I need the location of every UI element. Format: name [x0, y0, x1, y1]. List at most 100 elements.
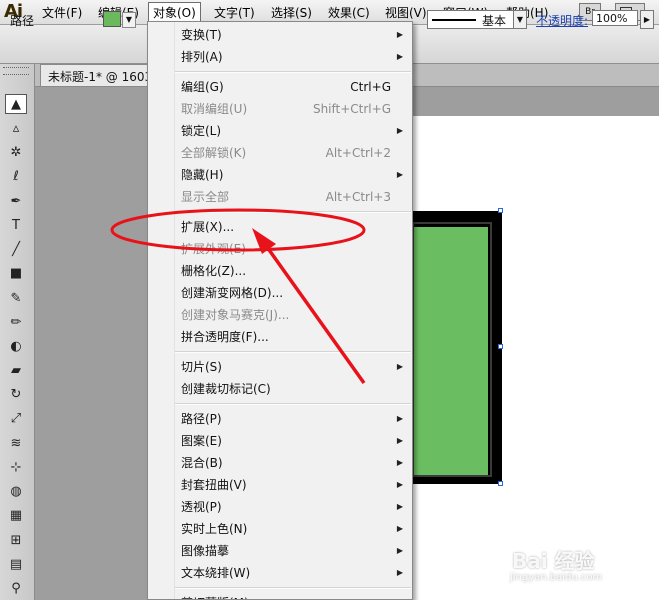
- object-menu-item[interactable]: 扩展(X)...: [175, 216, 411, 238]
- submenu-arrow-icon: ▶: [396, 170, 403, 179]
- selection-handle-right-middle[interactable]: [498, 344, 503, 349]
- menu-item-label: 扩展(X)...: [181, 220, 235, 234]
- object-menu-item[interactable]: 切片(S) ▶: [175, 356, 411, 378]
- eyedropper-tool-icon[interactable]: ⚲: [5, 578, 27, 598]
- object-menu-item[interactable]: 封套扭曲(V) ▶: [175, 474, 411, 496]
- menu-item-label: 图案(E): [181, 434, 222, 448]
- menu-separator: [175, 211, 411, 213]
- object-menu-item[interactable]: 变换(T) ▶: [175, 24, 411, 46]
- menu-item-shortcut: Alt+Ctrl+2: [325, 146, 391, 160]
- menu-item-shortcut: Ctrl+G: [350, 80, 391, 94]
- selection-type-label: 路径: [10, 14, 35, 28]
- object-menu-item[interactable]: 栅格化(Z)...: [175, 260, 411, 282]
- submenu-arrow-icon: ▶: [396, 546, 403, 555]
- stroke-profile-dropdown-arrow[interactable]: ▼: [513, 10, 527, 29]
- menu-item-label: 创建渐变网格(D)...: [181, 286, 284, 300]
- mesh-tool-icon[interactable]: ⊞: [5, 530, 27, 550]
- menu-item-label: 混合(B): [181, 456, 223, 470]
- object-menu-item: 显示全部 Alt+Ctrl+3: [175, 186, 411, 208]
- watermark-url: jingyan.baidu.com: [510, 572, 603, 583]
- eraser-tool-icon[interactable]: ▰: [5, 360, 27, 380]
- type-tool-icon[interactable]: T: [5, 215, 27, 235]
- menu-item-label: 排列(A): [181, 50, 223, 64]
- selection-tool-icon[interactable]: ▲: [5, 94, 27, 114]
- rotate-tool-icon[interactable]: ↻: [5, 384, 27, 404]
- object-menu-item[interactable]: 排列(A) ▶: [175, 46, 411, 68]
- menu-item-shortcut: Shift+Ctrl+G: [312, 102, 391, 116]
- object-menu-item[interactable]: 拼合透明度(F)...: [175, 326, 411, 348]
- submenu-arrow-icon: ▶: [396, 436, 403, 445]
- paintbrush-tool-icon[interactable]: ✎: [5, 288, 27, 308]
- menu-item-label: 创建对象马赛克(J)...: [181, 308, 290, 322]
- gradient-tool-icon[interactable]: ▤: [5, 554, 27, 574]
- fill-dropdown-arrow[interactable]: ▼: [122, 12, 136, 28]
- object-menu-item: 扩展外观(E): [175, 238, 411, 260]
- object-menu-item[interactable]: 实时上色(N) ▶: [175, 518, 411, 540]
- submenu-arrow-icon: ▶: [396, 480, 403, 489]
- menu-item-label: 显示全部: [181, 190, 230, 204]
- submenu-arrow-icon: ▶: [396, 568, 403, 577]
- menu-item-label: 变换(T): [181, 28, 222, 42]
- menu-item-label: 栅格化(Z)...: [181, 264, 247, 278]
- menu-view[interactable]: 视图(V): [385, 4, 427, 21]
- menu-file[interactable]: 文件(F): [42, 4, 82, 21]
- menu-select[interactable]: 选择(S): [271, 4, 312, 21]
- submenu-arrow-icon: ▶: [396, 362, 403, 371]
- fill-color-swatch[interactable]: [103, 11, 121, 27]
- line-tool-icon[interactable]: ╱: [5, 239, 27, 259]
- menu-effect[interactable]: 效果(C): [328, 4, 370, 21]
- watermark-logo: Bai 经验: [512, 549, 595, 573]
- object-menu-item[interactable]: 隐藏(H) ▶: [175, 164, 411, 186]
- selection-handle-bottom-right[interactable]: [498, 481, 503, 486]
- object-menu-item[interactable]: 创建裁切标记(C): [175, 378, 411, 400]
- menu-item-label: 拼合透明度(F)...: [181, 330, 269, 344]
- pencil-tool-icon[interactable]: ✏: [5, 312, 27, 332]
- opacity-dropdown-arrow[interactable]: ▶: [640, 10, 654, 29]
- blob-brush-tool-icon[interactable]: ◐: [5, 336, 27, 356]
- menu-item-label: 封套扭曲(V): [181, 478, 247, 492]
- menu-item-label: 编组(G): [181, 80, 224, 94]
- menu-item-label: 切片(S): [181, 360, 222, 374]
- menu-item-label: 路径(P): [181, 412, 222, 426]
- document-tab[interactable]: 未标题-1* @ 1603: [40, 64, 150, 86]
- submenu-arrow-icon: ▶: [396, 52, 403, 61]
- lasso-tool-icon[interactable]: ℓ: [5, 166, 27, 186]
- opacity-link[interactable]: 不透明度:: [536, 12, 588, 29]
- object-menu-item[interactable]: 文本绕排(W) ▶: [175, 562, 411, 584]
- magic-wand-tool-icon[interactable]: ✲: [5, 142, 27, 162]
- opacity-input[interactable]: 100%: [592, 10, 638, 26]
- direct-selection-tool-icon[interactable]: ▵: [5, 118, 27, 138]
- menu-item-label: 文本绕排(W): [181, 566, 251, 580]
- menu-item-label: 创建裁切标记(C): [181, 382, 271, 396]
- object-menu-item[interactable]: 路径(P) ▶: [175, 408, 411, 430]
- object-menu-item[interactable]: 编组(G) Ctrl+G: [175, 76, 411, 98]
- menu-item-label: 取消编组(U): [181, 102, 248, 116]
- object-menu-item[interactable]: 锁定(L) ▶: [175, 120, 411, 142]
- submenu-arrow-icon: ▶: [396, 126, 403, 135]
- rectangle-tool-icon[interactable]: ■: [5, 263, 27, 283]
- warp-tool-icon[interactable]: ≋: [5, 433, 27, 453]
- object-menu-item[interactable]: 透视(P) ▶: [175, 496, 411, 518]
- pen-tool-icon[interactable]: ✒: [5, 191, 27, 211]
- submenu-arrow-icon: ▶: [396, 30, 403, 39]
- scale-tool-icon[interactable]: ⤢: [5, 408, 27, 428]
- menu-item-label: 扩展外观(E): [181, 242, 246, 256]
- tools-panel-grip[interactable]: [3, 67, 29, 75]
- free-transform-tool-icon[interactable]: ⊹: [5, 457, 27, 477]
- object-menu-item[interactable]: 图案(E) ▶: [175, 430, 411, 452]
- object-menu-item[interactable]: 混合(B) ▶: [175, 452, 411, 474]
- perspective-grid-tool-icon[interactable]: ▦: [5, 505, 27, 525]
- submenu-arrow-icon: ▶: [397, 592, 403, 599]
- menu-separator: [175, 403, 411, 405]
- selection-handle-top-right[interactable]: [498, 208, 503, 213]
- object-menu-item: 取消编组(U) Shift+Ctrl+G: [175, 98, 411, 120]
- menu-object[interactable]: 对象(O): [148, 2, 201, 23]
- object-menu-item[interactable]: 剪切蒙版(M) ▶: [175, 592, 411, 599]
- object-menu-item[interactable]: 图像描摹 ▶: [175, 540, 411, 562]
- menu-type[interactable]: 文字(T): [214, 4, 255, 21]
- menu-separator: [175, 351, 411, 353]
- object-menu-item[interactable]: 创建渐变网格(D)...: [175, 282, 411, 304]
- menu-item-label: 剪切蒙版(M): [181, 596, 249, 599]
- menu-separator: [175, 587, 411, 589]
- shape-builder-tool-icon[interactable]: ◍: [5, 481, 27, 501]
